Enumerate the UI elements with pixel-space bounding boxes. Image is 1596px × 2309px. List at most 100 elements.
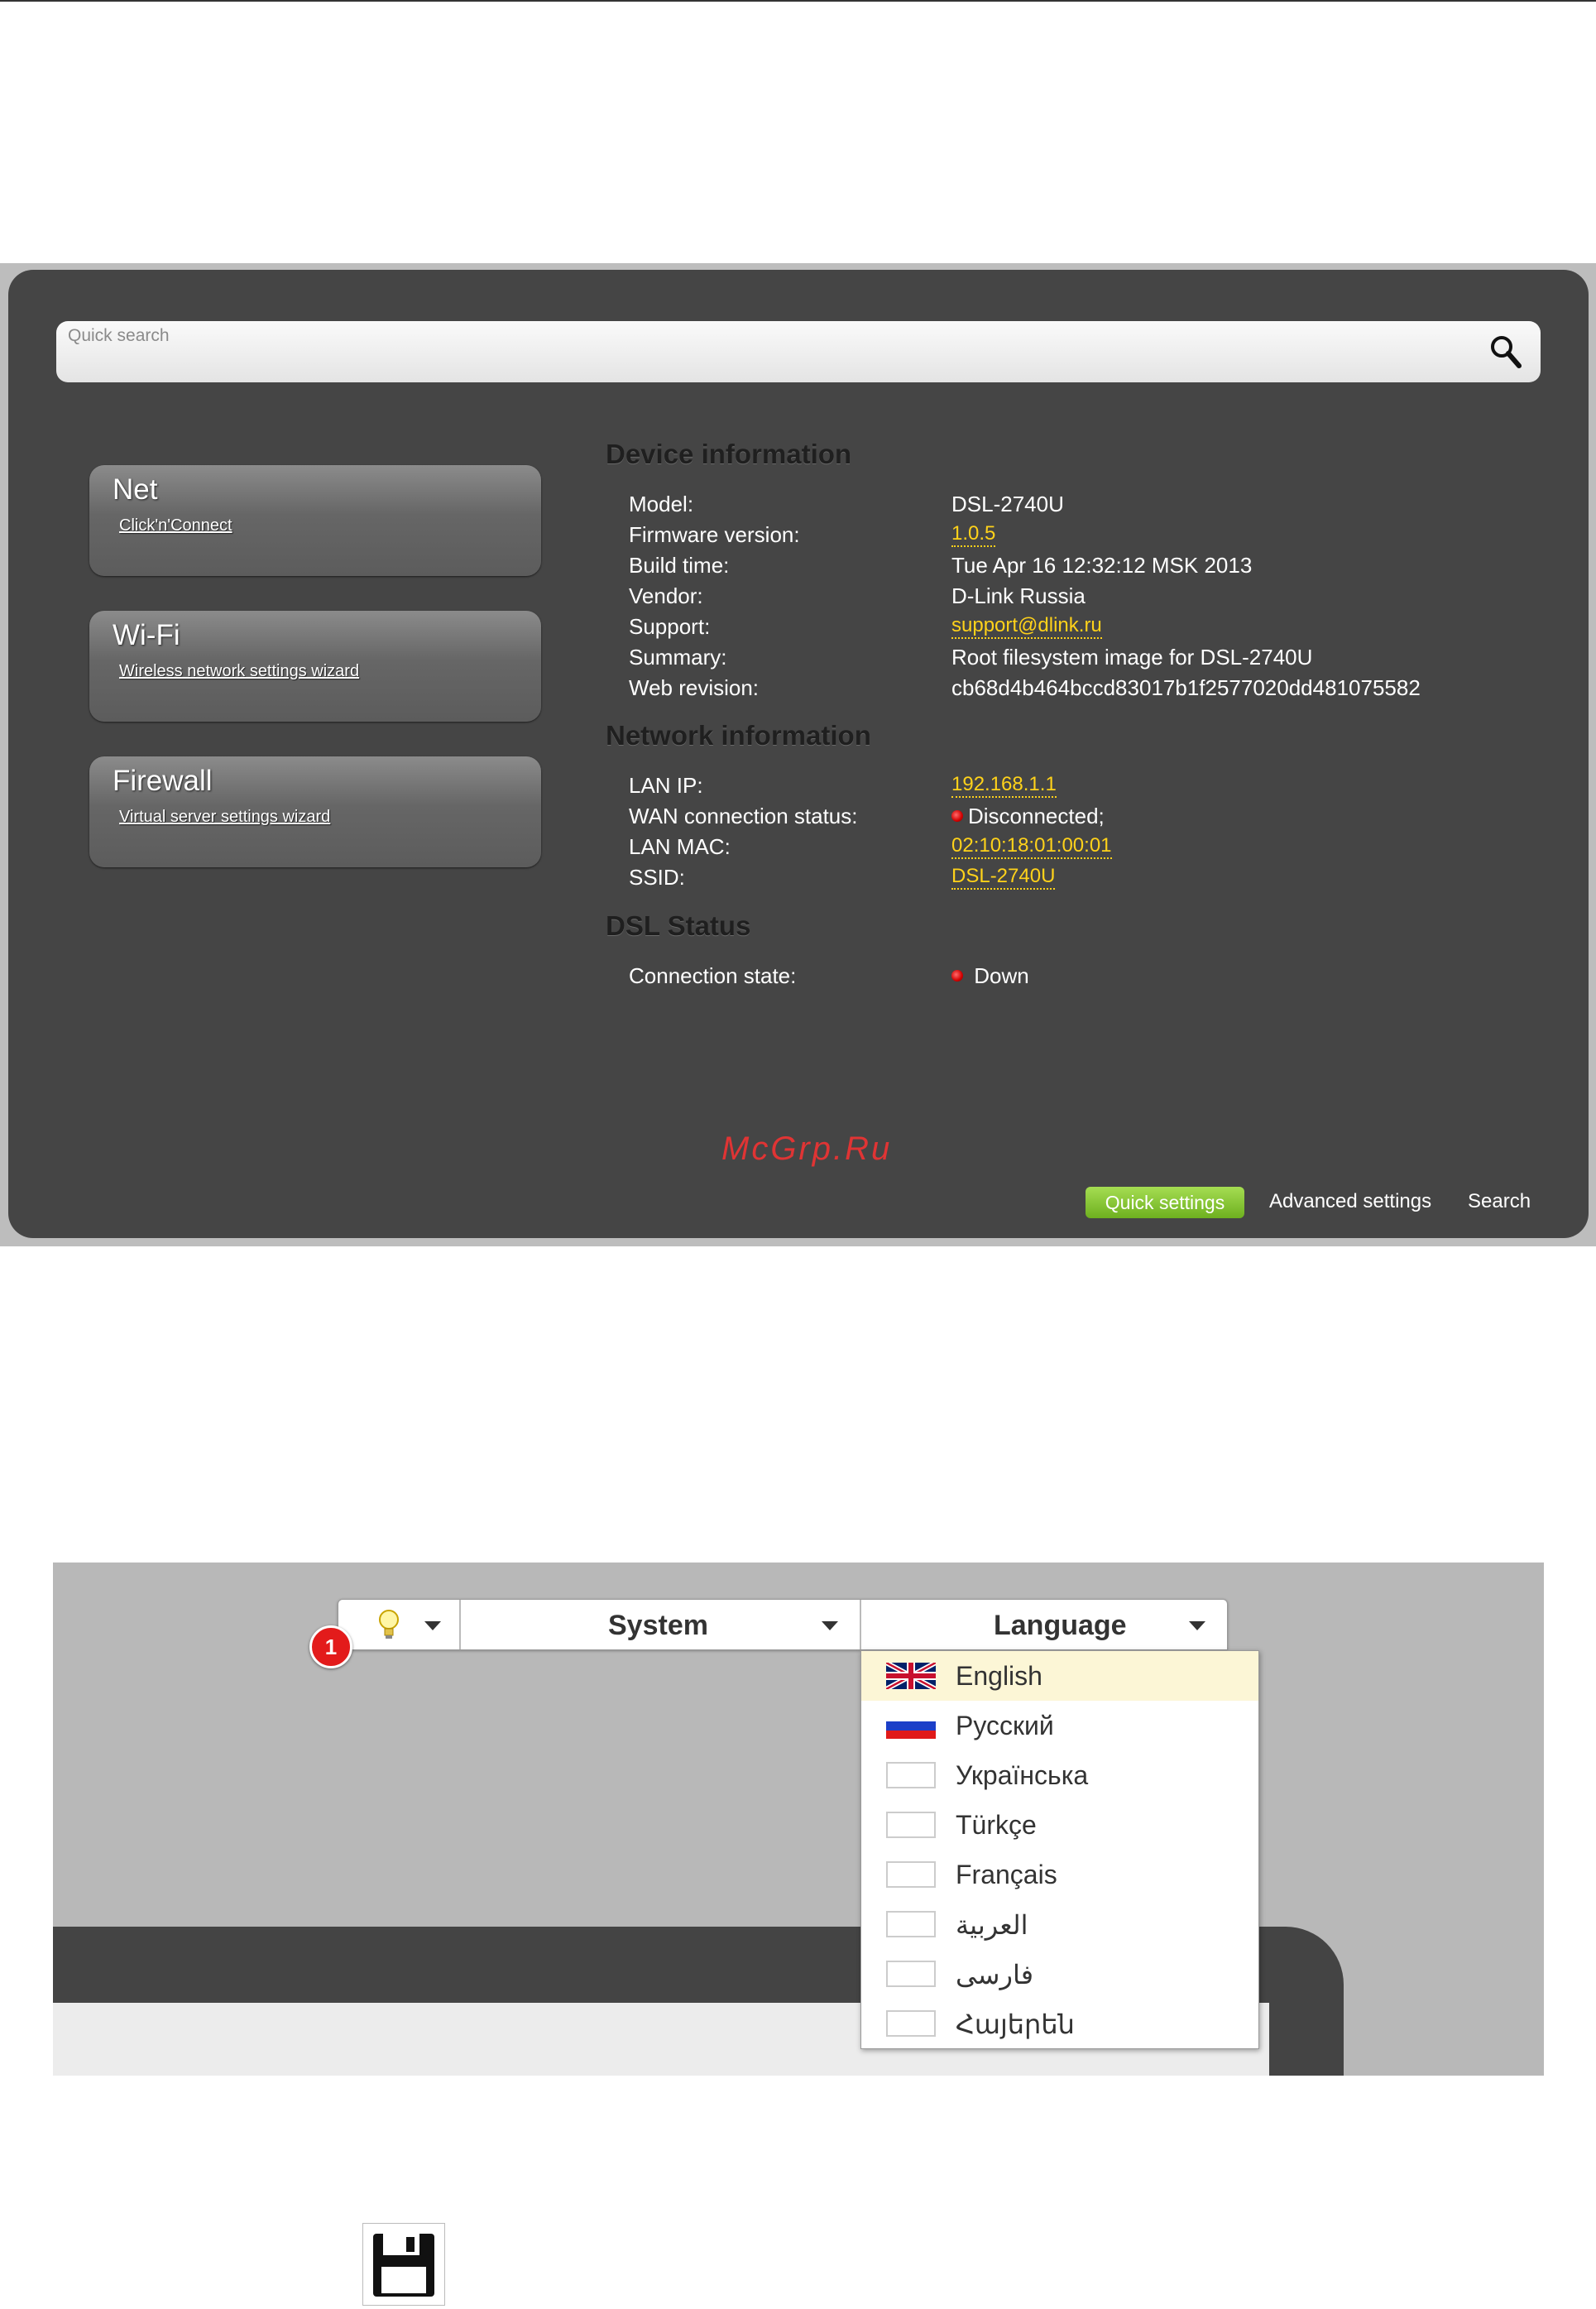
row-label: Web revision: (629, 675, 760, 700)
language-option-label: English (956, 1661, 1042, 1691)
language-option-arabic[interactable]: العربية (861, 1899, 1258, 1949)
row-label: LAN MAC: (629, 834, 731, 859)
language-dropdown: English Русский Українська Türkçe França… (860, 1650, 1259, 2049)
system-menu-label: System (608, 1610, 708, 1641)
info-row-build-time: Build time: Tue Apr 16 12:32:12 MSK 2013 (629, 553, 1564, 581)
net-card[interactable]: Net Click'n'Connect (89, 465, 541, 576)
quick-search-bar[interactable]: Quick search (56, 321, 1541, 382)
row-label: Build time: (629, 553, 730, 578)
row-label: WAN connection status: (629, 804, 858, 828)
search-icon[interactable] (1488, 333, 1524, 371)
info-row-lan-ip: LAN IP: 192.168.1.1 (629, 773, 1564, 801)
row-value: D-Link Russia (951, 583, 1086, 608)
language-option-ukrainian[interactable]: Українська (861, 1750, 1258, 1800)
wan-status-text: Disconnected; (968, 804, 1105, 828)
language-option-french[interactable]: Français (861, 1850, 1258, 1899)
info-row-web-revision: Web revision: cb68d4b464bccd83017b1f2577… (629, 675, 1564, 703)
info-row-summary: Summary: Root filesystem image for DSL-2… (629, 645, 1564, 673)
info-row-model: Model: DSL-2740U (629, 492, 1564, 520)
row-label: Firmware version: (629, 522, 800, 547)
firewall-card[interactable]: Firewall Virtual server settings wizard (89, 756, 541, 867)
wifi-card[interactable]: Wi-Fi Wireless network settings wizard (89, 611, 541, 722)
blank-flag-icon (886, 1812, 936, 1838)
info-row-connection-state: Connection state: Down (629, 963, 1564, 991)
row-value: Tue Apr 16 12:32:12 MSK 2013 (951, 553, 1253, 578)
language-option-label: Русский (956, 1711, 1054, 1740)
status-red-dot-icon (951, 970, 963, 982)
system-menu[interactable]: System (461, 1600, 861, 1649)
watermark: McGrp.Ru (721, 1130, 893, 1167)
language-option-turkish[interactable]: Türkçe (861, 1800, 1258, 1850)
save-icon[interactable] (362, 2223, 445, 2306)
row-label: Connection state: (629, 963, 797, 988)
support-email-link[interactable]: support@dlink.ru (951, 614, 1102, 639)
card-title: Firewall (113, 765, 213, 797)
info-row-firmware: Firmware version: 1.0.5 (629, 522, 1564, 550)
row-label: Model: (629, 492, 694, 516)
row-label: LAN IP: (629, 773, 703, 798)
virtual-server-wizard-link[interactable]: Virtual server settings wizard (119, 808, 330, 827)
router-home-screenshot: Quick search Net Click'n'Connect Wi-Fi W… (0, 263, 1596, 1246)
row-value: cb68d4b464bccd83017b1f2577020dd481075582 (951, 675, 1421, 700)
callout-badge: 1 (309, 1625, 352, 1668)
dsl-state-text: Down (974, 963, 1029, 988)
advanced-settings-button[interactable]: Advanced settings (1269, 1190, 1431, 1213)
language-option-russian[interactable]: Русский (861, 1701, 1258, 1750)
card-title: Net (113, 473, 158, 506)
quick-settings-button[interactable]: Quick settings (1086, 1187, 1244, 1218)
row-label: Support: (629, 614, 711, 639)
language-menu-screenshot: System Language 1 English Русский Україн… (53, 1563, 1544, 2076)
top-menubar: System Language (338, 1599, 1228, 1650)
save-icon-graphic (373, 2234, 434, 2297)
wireless-wizard-link[interactable]: Wireless network settings wizard (119, 662, 359, 681)
row-value: Root filesystem image for DSL-2740U (951, 645, 1313, 670)
row-label: Vendor: (629, 583, 703, 608)
uk-flag-icon (886, 1663, 936, 1689)
hints-menu[interactable] (338, 1600, 461, 1649)
info-row-support: Support: support@dlink.ru (629, 614, 1564, 642)
row-value: Down (951, 963, 1029, 989)
firmware-link[interactable]: 1.0.5 (951, 522, 996, 547)
language-option-label: فارسی (956, 1960, 1033, 1990)
status-red-dot-icon (951, 810, 963, 822)
page-top-rule (0, 0, 1596, 2)
language-option-label: Français (956, 1860, 1057, 1889)
language-option-label: Հայերեն (956, 2009, 1075, 2039)
network-info-title: Network information (606, 720, 871, 751)
info-row-ssid: SSID: DSL-2740U (629, 865, 1564, 893)
language-option-label: Türkçe (956, 1810, 1037, 1840)
search-button[interactable]: Search (1468, 1190, 1531, 1213)
lightbulb-icon[interactable] (376, 1608, 401, 1641)
lan-ip-link[interactable]: 192.168.1.1 (951, 773, 1057, 798)
blank-flag-icon (886, 2010, 936, 2037)
language-menu-label: Language (994, 1610, 1127, 1641)
lan-mac-link[interactable]: 02:10:18:01:00:01 (951, 834, 1112, 859)
language-option-english[interactable]: English (861, 1651, 1258, 1701)
row-value: Disconnected; (951, 804, 1105, 829)
language-menu[interactable]: Language (861, 1600, 1227, 1649)
search-input[interactable]: Quick search (68, 326, 170, 346)
ru-flag-icon (886, 1712, 936, 1739)
blank-flag-icon (886, 1961, 936, 1987)
info-row-wan-status: WAN connection status: Disconnected; (629, 804, 1564, 832)
main-panel: Quick search Net Click'n'Connect Wi-Fi W… (8, 270, 1589, 1238)
chevron-down-icon[interactable] (822, 1621, 838, 1630)
blank-flag-icon (886, 1861, 936, 1888)
info-row-vendor: Vendor: D-Link Russia (629, 583, 1564, 612)
language-option-armenian[interactable]: Հայերեն (861, 1999, 1258, 2048)
chevron-down-icon[interactable] (1189, 1621, 1205, 1630)
device-info-title: Device information (606, 439, 852, 469)
row-value: DSL-2740U (951, 492, 1064, 516)
language-option-persian[interactable]: فارسی (861, 1949, 1258, 1999)
language-option-label: العربية (956, 1910, 1028, 1940)
row-label: SSID: (629, 865, 685, 890)
blank-flag-icon (886, 1911, 936, 1937)
clicknconnect-link[interactable]: Click'n'Connect (119, 516, 232, 535)
row-label: Summary: (629, 645, 727, 670)
blank-flag-icon (886, 1762, 936, 1788)
chevron-down-icon[interactable] (424, 1621, 441, 1630)
dsl-status-title: DSL Status (606, 910, 751, 941)
ssid-link[interactable]: DSL-2740U (951, 865, 1056, 890)
language-option-label: Українська (956, 1760, 1089, 1790)
card-title: Wi-Fi (113, 619, 180, 651)
